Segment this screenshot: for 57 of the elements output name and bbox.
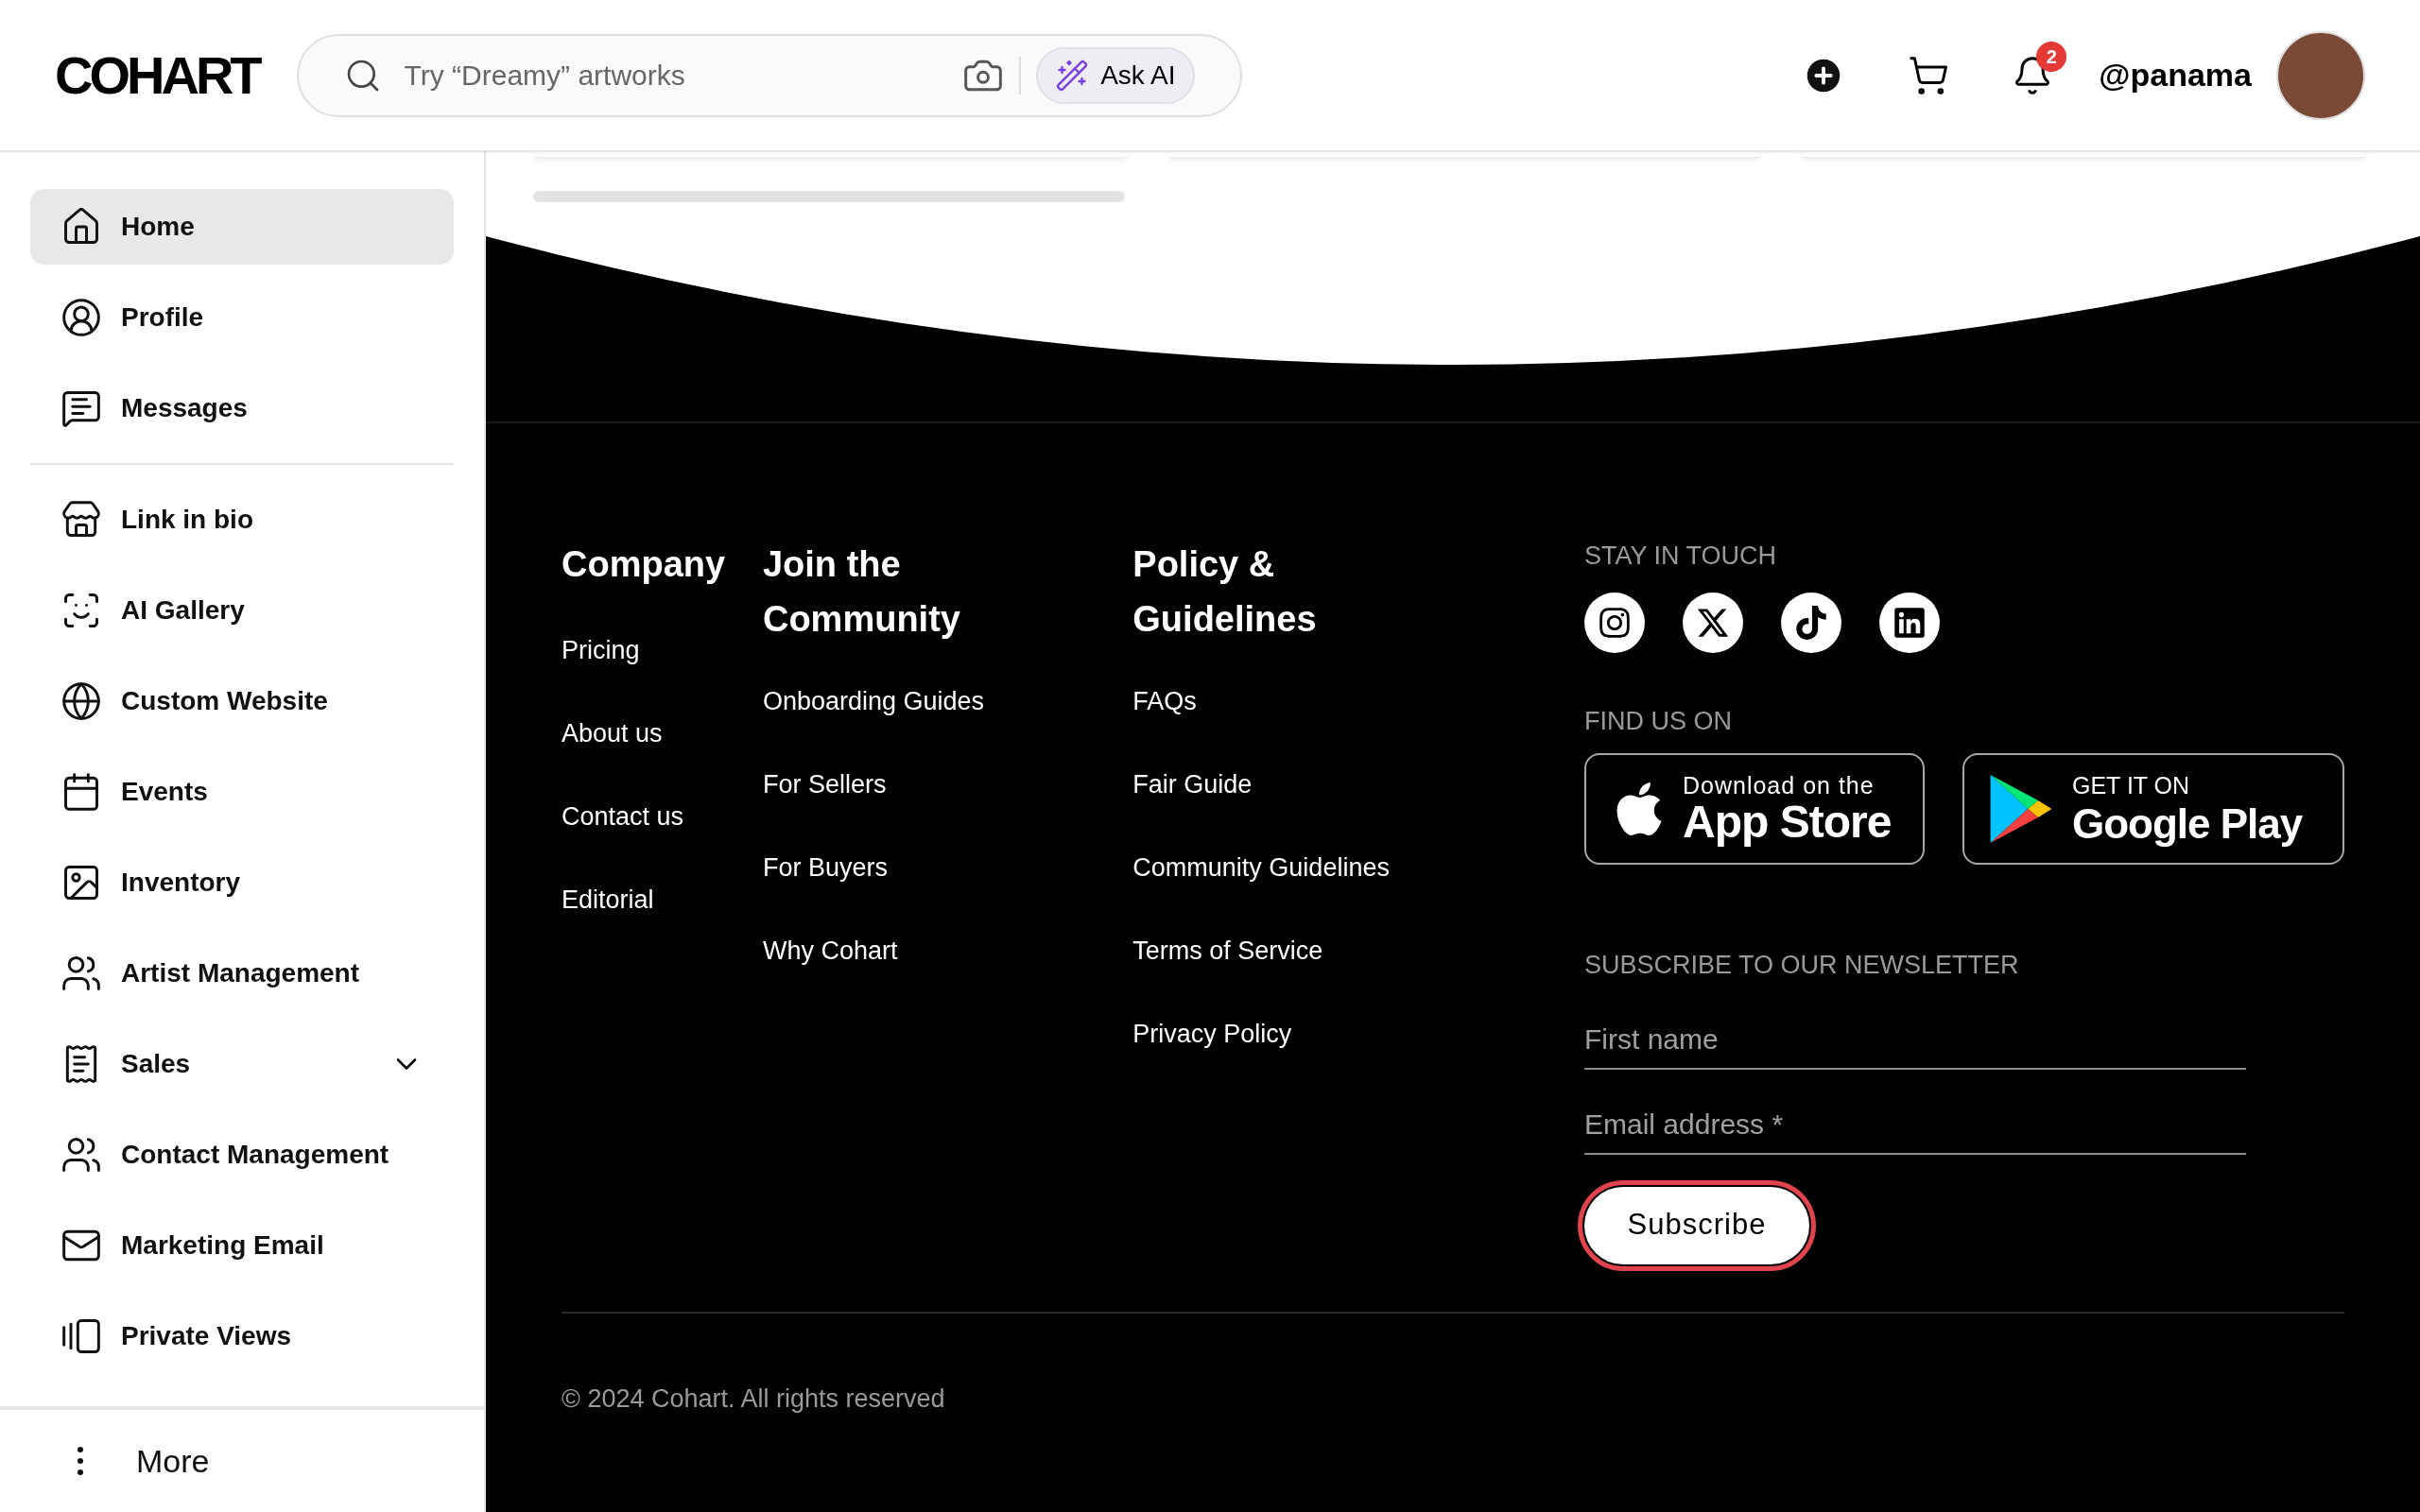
sidebar-item[interactable]: AI Gallery	[30, 573, 454, 648]
footer-link[interactable]: Pricing	[562, 633, 763, 667]
sparkle-icon	[1055, 58, 1090, 93]
sidebar-item[interactable]: Link in bio	[30, 482, 454, 558]
badge-title: App Store	[1683, 799, 1892, 845]
cart-icon[interactable]	[1908, 54, 1950, 96]
footer-link[interactable]: For Buyers	[762, 850, 1133, 885]
search-bar[interactable]: Try “Dreamy” artworks Ask AI	[296, 33, 1242, 117]
sidebar-item[interactable]: Contact Management	[30, 1117, 454, 1193]
footer-link[interactable]: Onboarding Guides	[762, 684, 1133, 718]
sidebar-item[interactable]: Marketing Email	[30, 1208, 454, 1283]
badge-caption: GET IT ON	[2072, 773, 2191, 798]
first-name-field[interactable]: First name	[1584, 1010, 2246, 1070]
footer-link[interactable]: Why Cohart	[762, 934, 1133, 968]
globe-icon	[60, 680, 102, 722]
app-store-badge[interactable]: Download on the App Store	[1584, 753, 1925, 865]
more-button[interactable]: More	[60, 1436, 210, 1486]
linkedin-icon	[1893, 605, 1927, 640]
sidebar-item[interactable]: Events	[30, 754, 454, 830]
footer-link[interactable]: Terms of Service	[1132, 934, 1584, 968]
column-heading: Company	[562, 543, 727, 586]
sidebar-item[interactable]: Messages	[30, 370, 454, 446]
sidebar-item[interactable]: Profile	[30, 280, 454, 355]
footer-link[interactable]: Editorial	[562, 883, 763, 917]
sidebar-item[interactable]: Home	[30, 189, 454, 265]
scrollbar[interactable]	[533, 191, 1125, 202]
footer-link[interactable]: Contact us	[562, 799, 763, 833]
search-field[interactable]: Try “Dreamy” artworks	[404, 54, 963, 96]
column-heading: Join the Community	[762, 543, 961, 641]
footer-link[interactable]: Privacy Policy	[1132, 1017, 1584, 1051]
notification-badge: 2	[2036, 41, 2067, 72]
user-icon	[60, 297, 102, 338]
email-field[interactable]: Email address *	[1584, 1095, 2246, 1155]
tiktok-icon	[1794, 605, 1828, 640]
footer-link[interactable]: Fair Guide	[1132, 767, 1584, 801]
section-label: SUBSCRIBE TO OUR NEWSLETTER	[1584, 950, 2020, 981]
section-label: STAY IN TOUCH	[1584, 541, 1778, 572]
username[interactable]: @panama	[2099, 51, 2252, 99]
sidebar-item[interactable]: Custom Website	[30, 663, 454, 739]
logo[interactable]: COHART	[55, 44, 259, 106]
sidebar-item[interactable]: Artist Management	[30, 936, 454, 1011]
instagram-icon	[1598, 605, 1632, 640]
footer-link[interactable]: About us	[562, 716, 763, 750]
sidebar-item[interactable]: Inventory	[30, 845, 454, 920]
sidebar-item[interactable]: Sales	[30, 1026, 454, 1102]
sidebar-item[interactable]: Private Views	[30, 1298, 454, 1374]
badge-title: Google Play	[2072, 802, 2303, 845]
footer-link[interactable]: For Sellers	[762, 767, 1133, 801]
section-label: FIND US ON	[1584, 705, 1733, 737]
badge-caption: Download on the	[1683, 773, 1876, 798]
ask-ai-button[interactable]: Ask AI	[1036, 46, 1195, 104]
footer-link[interactable]: Community Guidelines	[1132, 850, 1584, 885]
copyright: © 2024 Cohart. All rights reserved	[562, 1383, 946, 1415]
footer-link[interactable]: FAQs	[1132, 684, 1584, 718]
more-icon	[78, 1447, 83, 1475]
google-play-badge[interactable]: GET IT ON Google Play	[1962, 753, 2344, 865]
column-heading: Policy & Guidelines	[1132, 543, 1318, 641]
